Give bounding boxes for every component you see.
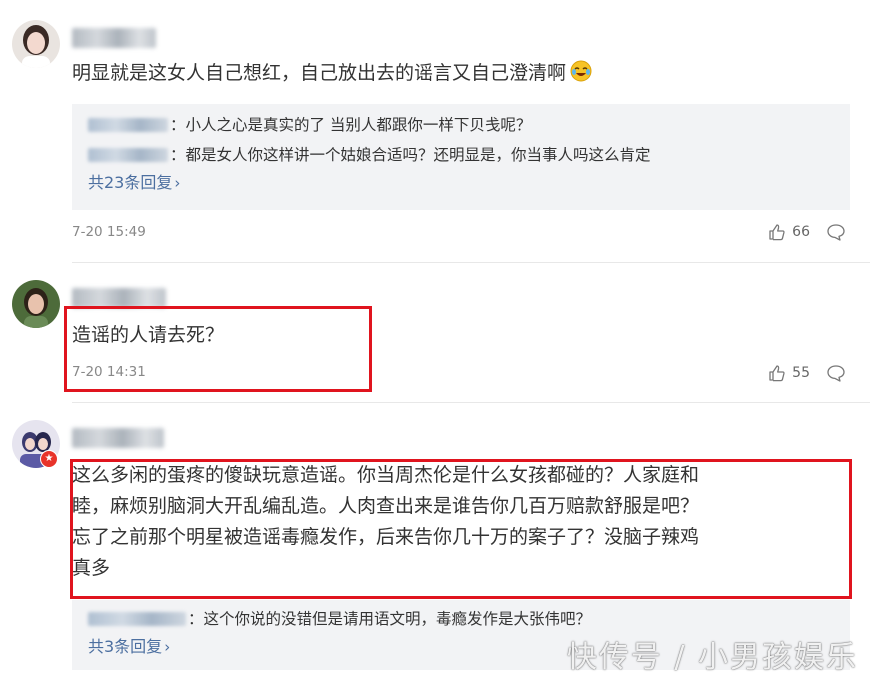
reply-button[interactable] <box>826 223 846 245</box>
reply-item[interactable]: ：都是女人你这样讲一个姑娘合适吗？还明显是，你当事人吗这么肯定 <box>88 144 651 166</box>
reply-username[interactable] <box>88 612 186 626</box>
like-count: 66 <box>792 224 810 240</box>
highlight-box <box>70 459 852 599</box>
more-replies-link[interactable]: 共23条回复 › <box>88 172 180 194</box>
more-replies-link[interactable]: 共3条回复 › <box>88 636 170 658</box>
reply-box: ：小人之心是真实的了 当别人都跟你一样下贝戋呢？ ：都是女人你这样讲一个姑娘合适… <box>72 104 850 210</box>
comment-bubble-icon <box>827 224 845 241</box>
like-button[interactable]: 55 <box>768 364 810 382</box>
verified-badge-icon: ★ <box>40 450 58 468</box>
crying-laughing-emoji-icon <box>570 60 592 82</box>
chevron-right-icon: › <box>174 174 181 192</box>
username[interactable] <box>72 288 166 308</box>
reply-username[interactable] <box>88 148 168 162</box>
watermark: 快传号 / 小男孩娱乐 <box>566 640 858 675</box>
divider <box>72 262 870 263</box>
comment-time: 7-20 15:49 <box>72 224 146 240</box>
divider <box>72 402 870 403</box>
reply-button[interactable] <box>826 364 846 386</box>
username[interactable] <box>72 428 164 448</box>
avatar[interactable] <box>12 280 60 328</box>
chevron-right-icon: › <box>164 638 171 656</box>
reply-username[interactable] <box>88 118 168 132</box>
reply-item[interactable]: ：小人之心是真实的了 当别人都跟你一样下贝戋呢？ <box>88 114 531 136</box>
reply-item[interactable]: ：这个你说的没错但是请用语文明，毒瘾发作是大张伟吧？ <box>88 608 591 630</box>
username[interactable] <box>72 28 156 48</box>
comment-text: 明显就是这女人自己想红，自己放出去的谣言又自己澄清啊 <box>72 58 592 88</box>
thumbs-up-icon <box>769 224 785 241</box>
comment-bubble-icon <box>827 365 845 382</box>
thumbs-up-icon <box>769 365 785 382</box>
like-count: 55 <box>792 365 810 381</box>
avatar[interactable] <box>12 20 60 68</box>
like-button[interactable]: 66 <box>768 223 810 241</box>
highlight-box <box>64 306 372 392</box>
